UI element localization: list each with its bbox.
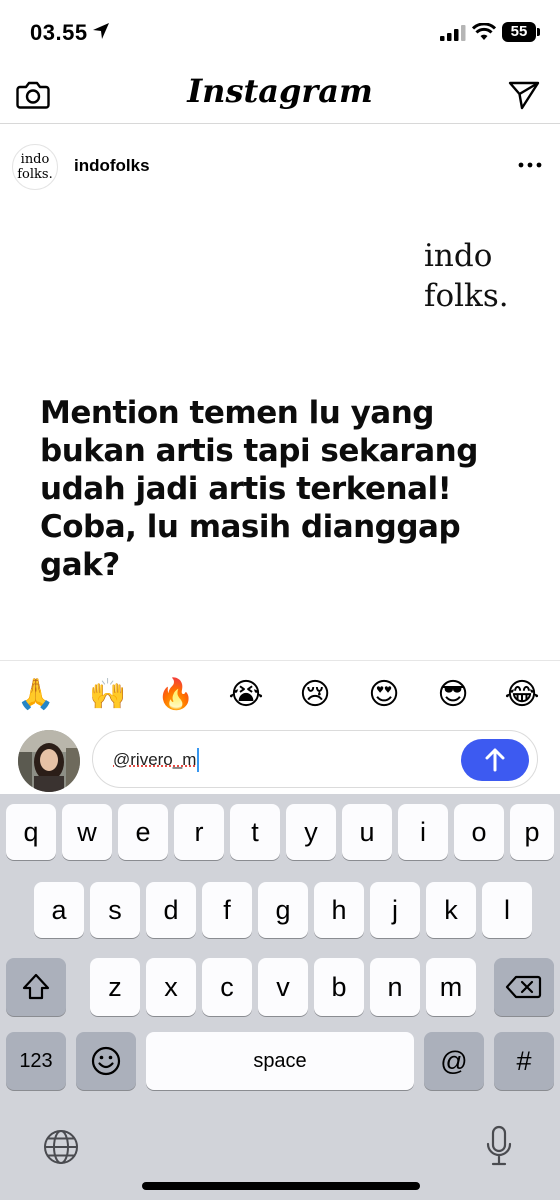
emoji-sunglasses[interactable]: 😎: [433, 675, 473, 715]
key-y[interactable]: y: [286, 804, 336, 860]
paper-plane-icon[interactable]: [508, 80, 540, 110]
key-a[interactable]: a: [34, 882, 84, 938]
shift-key[interactable]: [6, 958, 66, 1016]
emoji-heart-eyes[interactable]: 😍: [364, 675, 404, 715]
key-w[interactable]: w: [62, 804, 112, 860]
text-caret: [197, 748, 199, 772]
key-c[interactable]: c: [202, 958, 252, 1016]
battery-indicator: 55: [502, 22, 536, 42]
delete-key[interactable]: [494, 958, 554, 1016]
key-u[interactable]: u: [342, 804, 392, 860]
key-x[interactable]: x: [146, 958, 196, 1016]
key-z[interactable]: z: [90, 958, 140, 1016]
key-o[interactable]: o: [454, 804, 504, 860]
post-author-avatar[interactable]: indo folks.: [12, 144, 58, 190]
key-k[interactable]: k: [426, 882, 476, 938]
ellipsis-icon[interactable]: [518, 162, 542, 168]
emoji-crying[interactable]: 😢: [295, 675, 335, 715]
key-l[interactable]: l: [482, 882, 532, 938]
avatar-logo-text: indo folks.: [17, 152, 53, 182]
key-b[interactable]: b: [314, 958, 364, 1016]
globe-icon[interactable]: [42, 1128, 80, 1166]
post-headline: Mention temen lu yang bukan artis tapi s…: [40, 395, 478, 583]
key-d[interactable]: d: [146, 882, 196, 938]
emoji-fire[interactable]: 🔥: [156, 675, 196, 715]
location-arrow-icon: [93, 23, 109, 39]
emoji-reaction-bar: 🙏 🙌 🔥 😭 😢 😍 😎 😂: [0, 660, 560, 726]
microphone-icon[interactable]: [484, 1124, 514, 1168]
user-avatar: [18, 730, 80, 792]
key-r[interactable]: r: [174, 804, 224, 860]
comment-composer: @rivero_m: [0, 726, 560, 794]
key-f[interactable]: f: [202, 882, 252, 938]
key-v[interactable]: v: [258, 958, 308, 1016]
key-e[interactable]: e: [118, 804, 168, 860]
post-image[interactable]: indo folks. Mention temen lu yang bukan …: [0, 204, 560, 660]
wifi-icon: [472, 23, 496, 40]
post-comment-button[interactable]: [461, 739, 529, 781]
emoji-loudly-crying[interactable]: 😭: [226, 675, 266, 715]
key-g[interactable]: g: [258, 882, 308, 938]
arrow-up-icon: [485, 748, 505, 772]
emoji-icon: [91, 1046, 121, 1076]
key-n[interactable]: n: [370, 958, 420, 1016]
shift-icon: [22, 973, 50, 1000]
cellular-signal-icon: [440, 25, 466, 41]
post-header: indo folks. indofolks: [0, 124, 560, 204]
hash-key[interactable]: #: [494, 1032, 554, 1090]
emoji-raising-hands[interactable]: 🙌: [88, 675, 128, 715]
post-username[interactable]: indofolks: [74, 156, 150, 176]
status-bar: 03.55 55: [0, 0, 560, 66]
emoji-tears-of-joy[interactable]: 😂: [502, 675, 542, 715]
app-header: Instagram: [0, 66, 560, 124]
key-t[interactable]: t: [230, 804, 280, 860]
numbers-key[interactable]: 123: [6, 1032, 66, 1090]
key-p[interactable]: p: [510, 804, 554, 860]
battery-cap: [537, 28, 540, 36]
key-h[interactable]: h: [314, 882, 364, 938]
comment-input[interactable]: @rivero_m: [92, 730, 538, 788]
onscreen-keyboard: q w e r t y u i o p a s d f g h j k l z …: [0, 794, 560, 1200]
at-key[interactable]: @: [424, 1032, 484, 1090]
app-title: Instagram: [187, 72, 373, 110]
key-s[interactable]: s: [90, 882, 140, 938]
comment-input-value: @rivero_m: [113, 750, 197, 769]
key-j[interactable]: j: [370, 882, 420, 938]
emoji-key[interactable]: [76, 1032, 136, 1090]
emoji-folded-hands[interactable]: 🙏: [16, 675, 56, 715]
backspace-icon: [505, 975, 542, 999]
status-time: 03.55: [30, 20, 88, 45]
space-key[interactable]: space: [146, 1032, 414, 1090]
key-q[interactable]: q: [6, 804, 56, 860]
brand-mark: indo folks.: [424, 238, 509, 314]
key-i[interactable]: i: [398, 804, 448, 860]
key-m[interactable]: m: [426, 958, 476, 1016]
home-indicator: [142, 1182, 420, 1190]
